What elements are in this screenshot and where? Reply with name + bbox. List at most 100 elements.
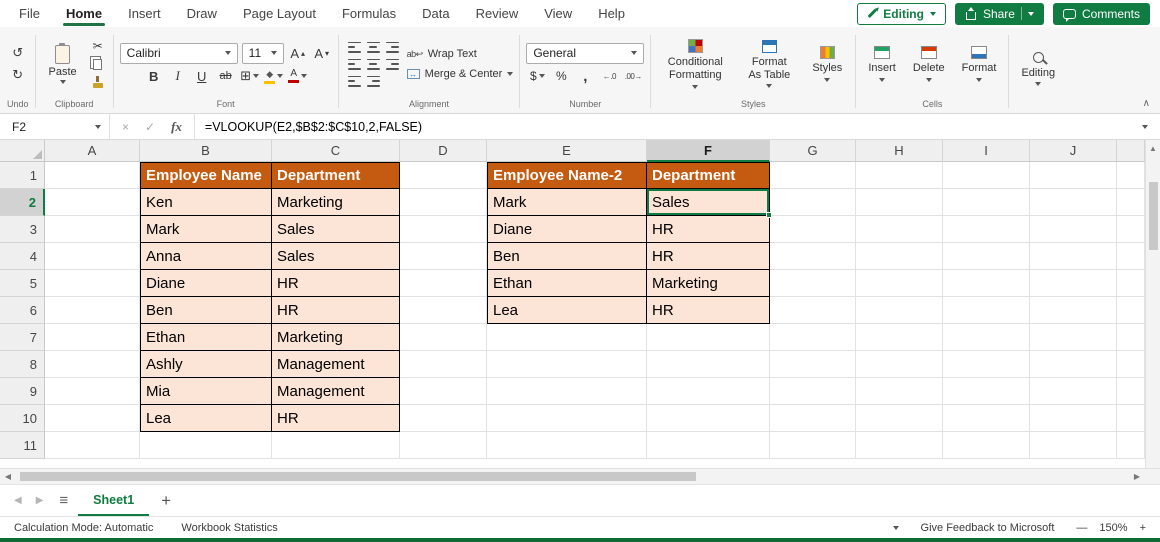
underline-button[interactable]: U	[192, 67, 212, 86]
cell-G1[interactable]	[770, 162, 856, 189]
number-format-select[interactable]: General	[526, 42, 645, 64]
cell-E2[interactable]: Mark	[487, 189, 647, 216]
fill-handle[interactable]	[766, 212, 772, 218]
column-header-J[interactable]: J	[1030, 140, 1117, 162]
cell-H10[interactable]	[856, 405, 943, 432]
cancel-entry-icon[interactable]: ×	[114, 120, 137, 134]
cell-J11[interactable]	[1030, 432, 1117, 459]
cell-F9[interactable]	[647, 378, 770, 405]
cell-H1[interactable]	[856, 162, 943, 189]
cell-C3[interactable]: Sales	[272, 216, 400, 243]
cut-button[interactable]: ✂	[89, 38, 107, 55]
paste-button[interactable]: Paste	[42, 42, 84, 87]
cell-H8[interactable]	[856, 351, 943, 378]
insert-cells-button[interactable]: Insert	[862, 44, 902, 84]
cell-F5[interactable]: Marketing	[647, 270, 770, 297]
cell-H11[interactable]	[856, 432, 943, 459]
percent-format-button[interactable]: %	[551, 67, 571, 86]
menu-tab-page-layout[interactable]: Page Layout	[230, 0, 329, 27]
cell-A5[interactable]	[45, 270, 140, 297]
cell-F2[interactable]: Sales	[647, 189, 772, 218]
cell-C6[interactable]: HR	[272, 297, 400, 324]
confirm-entry-icon[interactable]: ✓	[137, 120, 163, 134]
cell-E10[interactable]	[487, 405, 647, 432]
cell-F1[interactable]: Department	[647, 162, 770, 189]
column-header-G[interactable]: G	[770, 140, 856, 162]
format-cells-button[interactable]: Format	[956, 44, 1003, 84]
formula-bar-expand-icon[interactable]	[1142, 124, 1148, 129]
cell-J2[interactable]	[1030, 189, 1117, 216]
cell-H3[interactable]	[856, 216, 943, 243]
cell-E5[interactable]: Ethan	[487, 270, 647, 297]
cell-F8[interactable]	[647, 351, 770, 378]
cell-B2[interactable]: Ken	[140, 189, 272, 216]
vertical-scroll-thumb[interactable]	[1148, 182, 1158, 250]
comments-button[interactable]: Comments	[1052, 2, 1150, 25]
collapse-ribbon-button[interactable]: ∧	[1143, 98, 1150, 109]
column-header-A[interactable]: A	[45, 140, 140, 162]
cell-B6[interactable]: Ben	[140, 297, 272, 324]
cell-D9[interactable]	[400, 378, 487, 405]
row-header-1[interactable]: 1	[0, 162, 45, 189]
insert-function-icon[interactable]: fx	[163, 119, 190, 135]
borders-button[interactable]: ⊞	[240, 67, 260, 86]
cell-F3[interactable]: HR	[647, 216, 770, 243]
cell-A4[interactable]	[45, 243, 140, 270]
cell-G5[interactable]	[770, 270, 856, 297]
cell-J1[interactable]	[1030, 162, 1117, 189]
cell-A7[interactable]	[45, 324, 140, 351]
cell-G9[interactable]	[770, 378, 856, 405]
row-header-6[interactable]: 6	[0, 297, 45, 324]
row-header-3[interactable]: 3	[0, 216, 45, 243]
cell-J4[interactable]	[1030, 243, 1117, 270]
menu-tab-insert[interactable]: Insert	[115, 0, 174, 27]
cell-E6[interactable]: Lea	[487, 297, 647, 324]
cell-C10[interactable]: HR	[272, 405, 400, 432]
cell-J7[interactable]	[1030, 324, 1117, 351]
calculation-mode-status[interactable]: Calculation Mode: Automatic	[14, 522, 153, 534]
editing-mode-button[interactable]: Editing	[857, 2, 946, 25]
decrease-decimal-button[interactable]: .00→	[623, 67, 643, 86]
row-header-11[interactable]: 11	[0, 432, 45, 459]
cell-C11[interactable]	[272, 432, 400, 459]
horizontal-scrollbar[interactable]: ◀ ▶	[0, 468, 1145, 484]
copy-button[interactable]	[89, 55, 107, 73]
cell-C7[interactable]: Marketing	[272, 324, 400, 351]
menu-tab-file[interactable]: File	[6, 0, 53, 27]
cell-D6[interactable]	[400, 297, 487, 324]
select-all-corner[interactable]	[0, 140, 45, 162]
row-header-5[interactable]: 5	[0, 270, 45, 297]
cell-I4[interactable]	[943, 243, 1030, 270]
align-left-button[interactable]	[347, 58, 361, 70]
scroll-right-icon[interactable]: ▶	[1129, 469, 1145, 485]
zoom-out-button[interactable]: —	[1076, 522, 1087, 534]
undo-button[interactable]: ↺	[8, 44, 28, 63]
all-sheets-menu-icon[interactable]: ≡	[51, 485, 76, 516]
font-color-button[interactable]: A	[288, 67, 308, 86]
vertical-scrollbar[interactable]: ▲ ▼	[1145, 140, 1160, 484]
menu-tab-review[interactable]: Review	[463, 0, 532, 27]
cell-G4[interactable]	[770, 243, 856, 270]
cell-B8[interactable]: Ashly	[140, 351, 272, 378]
cell-H2[interactable]	[856, 189, 943, 216]
cell-D4[interactable]	[400, 243, 487, 270]
column-header-D[interactable]: D	[400, 140, 487, 162]
align-top-button[interactable]	[347, 41, 361, 53]
cell-H7[interactable]	[856, 324, 943, 351]
cell-A3[interactable]	[45, 216, 140, 243]
cell-A10[interactable]	[45, 405, 140, 432]
name-box[interactable]: F2	[0, 114, 110, 139]
decrease-indent-button[interactable]	[347, 75, 361, 87]
cell-I3[interactable]	[943, 216, 1030, 243]
cell-G11[interactable]	[770, 432, 856, 459]
next-sheet-icon[interactable]: ▶	[30, 485, 50, 516]
cell-F10[interactable]	[647, 405, 770, 432]
increase-font-size-button[interactable]: A ▴	[288, 44, 308, 63]
increase-indent-button[interactable]	[366, 75, 380, 87]
column-header-H[interactable]: H	[856, 140, 943, 162]
align-center-button[interactable]	[366, 58, 380, 70]
cell-E4[interactable]: Ben	[487, 243, 647, 270]
cell-C2[interactable]: Marketing	[272, 189, 400, 216]
bold-button[interactable]: B	[144, 67, 164, 86]
cell-I10[interactable]	[943, 405, 1030, 432]
